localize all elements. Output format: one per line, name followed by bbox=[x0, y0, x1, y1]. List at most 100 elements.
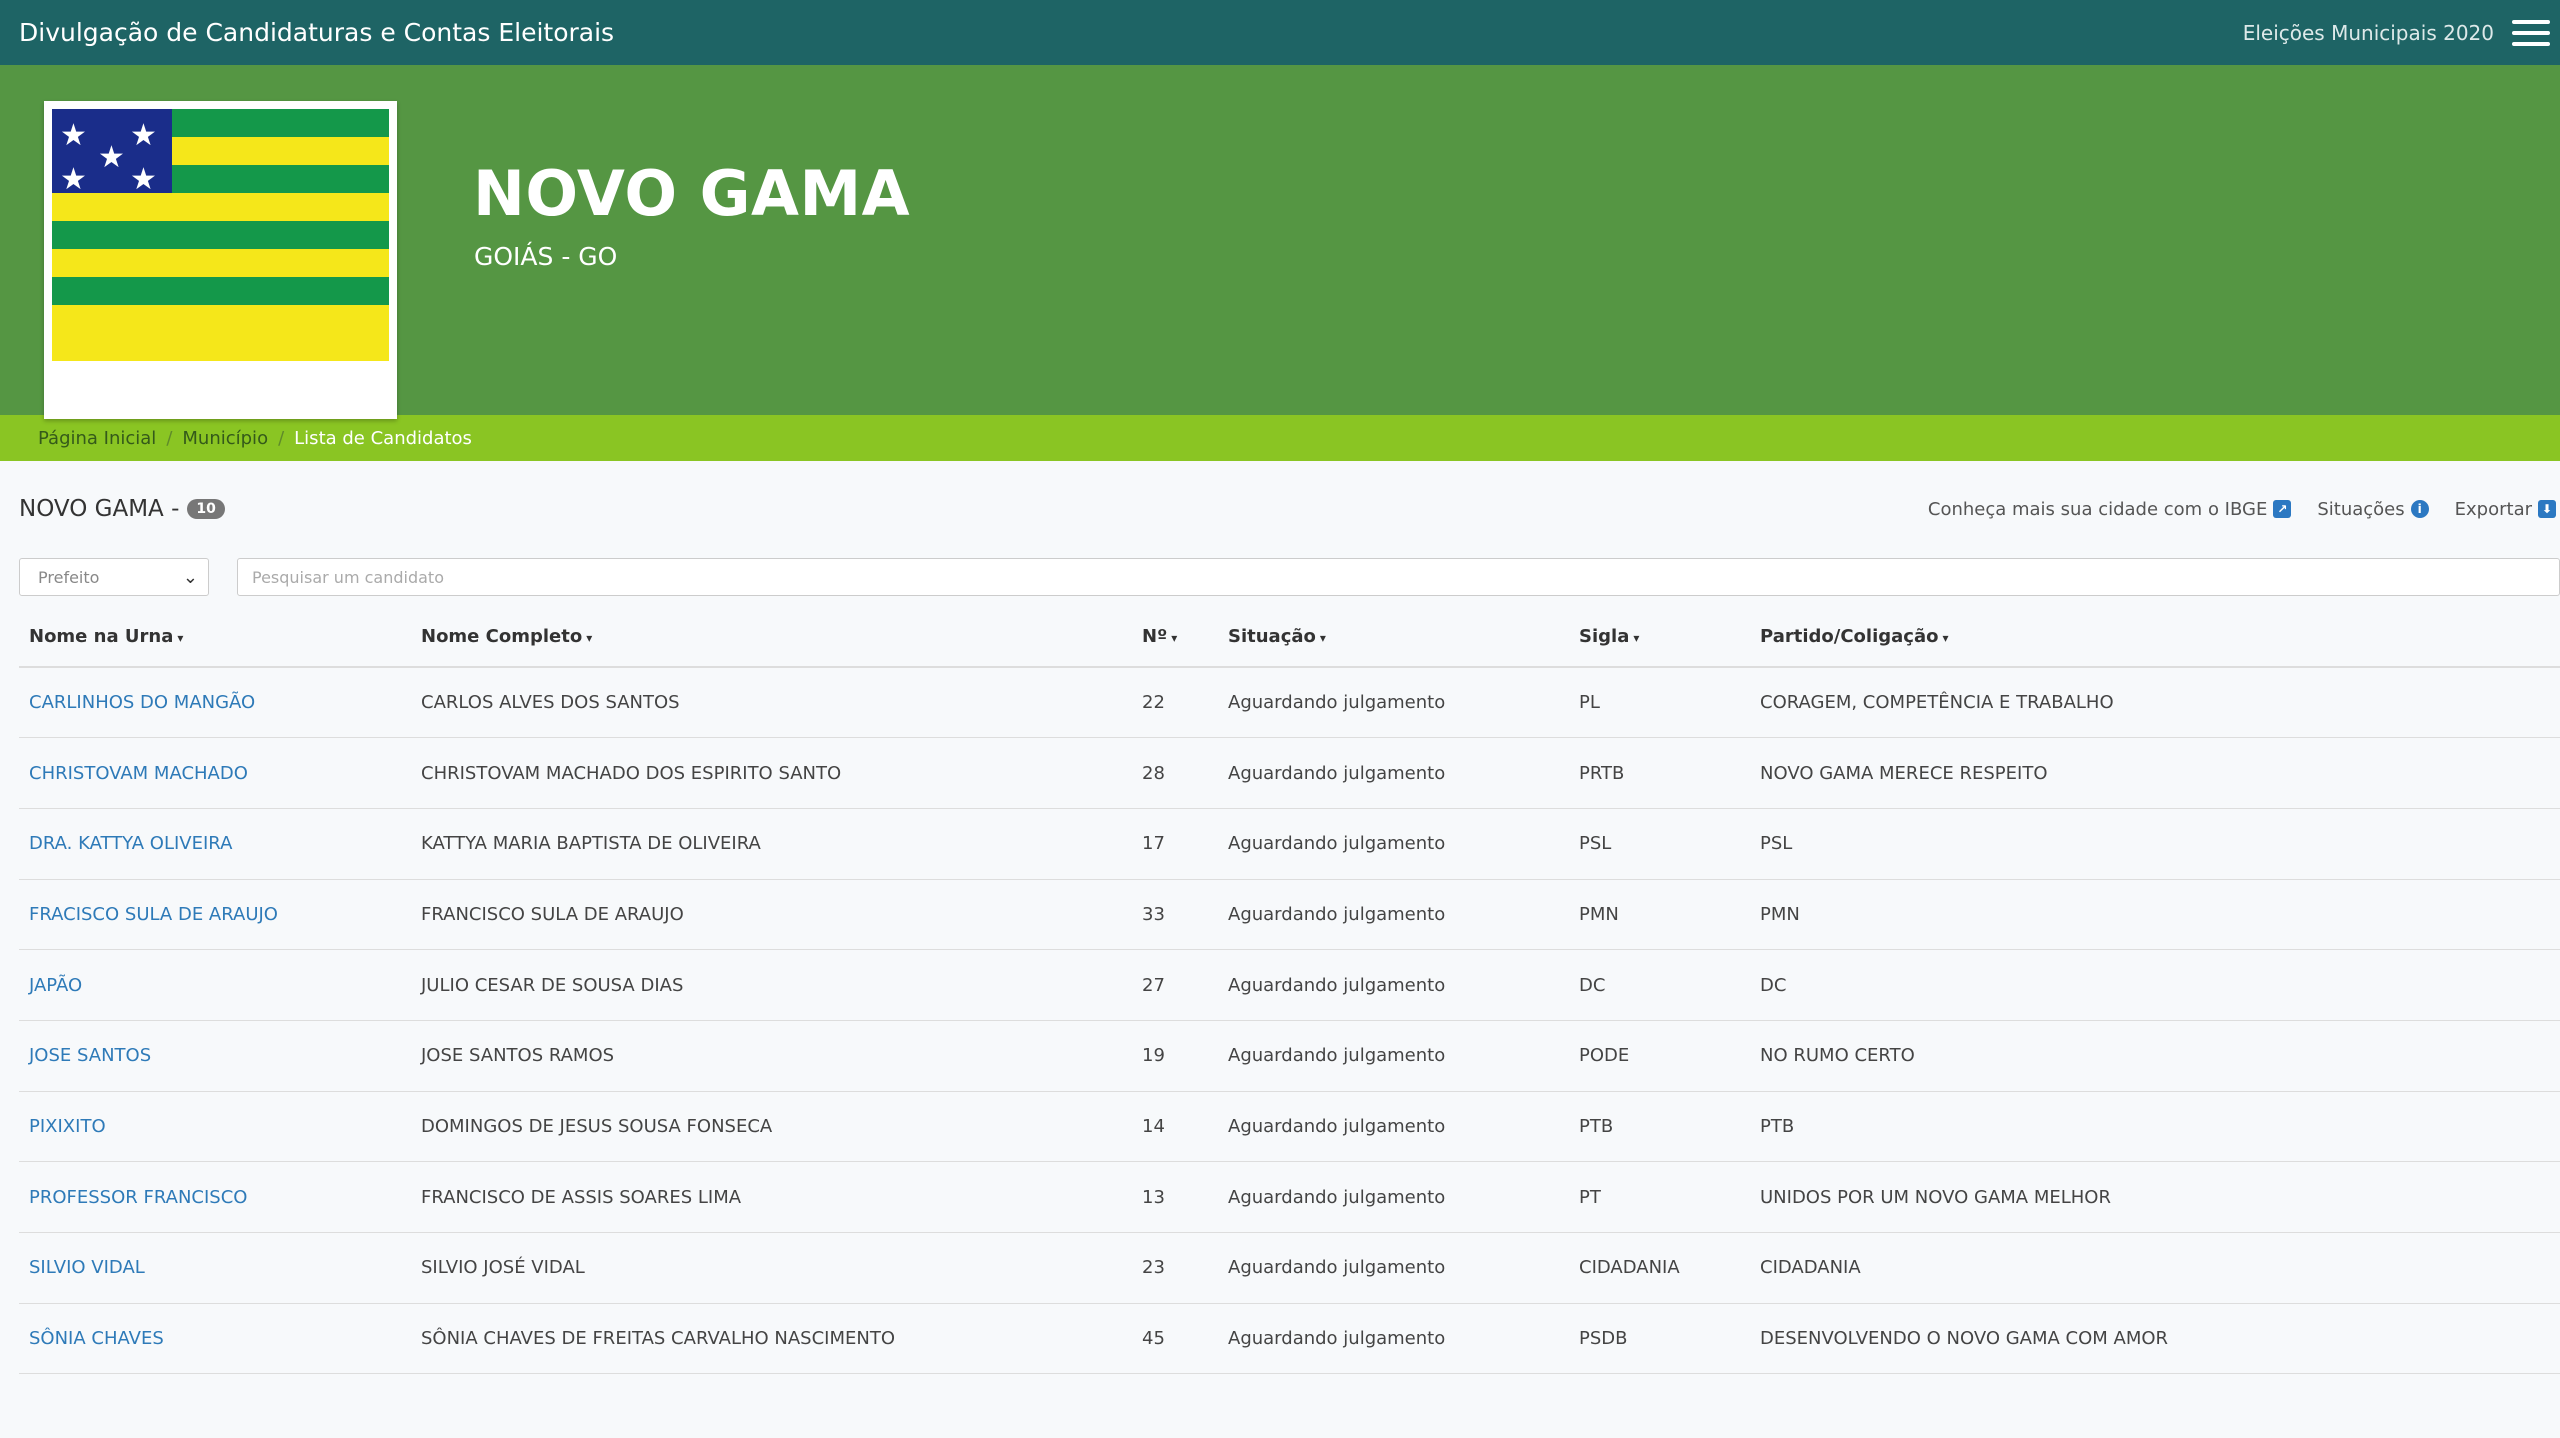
column-header-sigla[interactable]: Sigla ▾ bbox=[1569, 607, 1750, 668]
candidate-count-badge: 10 bbox=[187, 499, 225, 519]
party-acronym: PRTB bbox=[1569, 737, 1750, 809]
menu-icon[interactable] bbox=[2512, 19, 2550, 46]
table-row: SÔNIA CHAVES SÔNIA CHAVES DE FREITAS CARV… bbox=[19, 1303, 2560, 1375]
column-header-nome-completo[interactable]: Nome Completo ▾ bbox=[411, 607, 1132, 668]
candidate-status: Aguardando julgamento bbox=[1218, 737, 1569, 809]
sort-caret-icon: ▾ bbox=[1942, 631, 1949, 645]
candidate-number: 28 bbox=[1132, 737, 1218, 809]
candidate-ballot-name[interactable]: PIXIXITO bbox=[19, 1091, 411, 1163]
office-select-value: Prefeito bbox=[38, 567, 100, 587]
breadcrumb-home[interactable]: Página Inicial bbox=[38, 428, 156, 449]
candidate-full-name: JULIO CESAR DE SOUSA DIAS bbox=[411, 949, 1132, 1021]
info-icon: i bbox=[2410, 500, 2429, 518]
candidate-number: 14 bbox=[1132, 1091, 1218, 1163]
table-row: JAPÃO JULIO CESAR DE SOUSA DIAS 27 Aguardan… bbox=[19, 949, 2560, 1021]
candidate-status: Aguardando julgamento bbox=[1218, 1091, 1569, 1163]
city-header: ★ ★ ★ ★ ★ NOVO GAMA GOIÁS - GO bbox=[0, 65, 2560, 419]
candidate-number: 19 bbox=[1132, 1020, 1218, 1092]
candidate-status: Aguardando julgamento bbox=[1218, 1161, 1569, 1233]
sort-caret-icon: ▾ bbox=[586, 631, 593, 645]
party-coalition: DC bbox=[1750, 949, 2560, 1021]
election-label: Eleições Municipais 2020 bbox=[2242, 20, 2494, 45]
party-acronym: PSL bbox=[1569, 808, 1750, 880]
candidate-status: Aguardando julgamento bbox=[1218, 949, 1569, 1021]
candidate-full-name: SÔNIA CHAVES DE FREITAS CARVALHO NASCIME… bbox=[411, 1303, 1132, 1375]
candidate-ballot-name[interactable]: FRACISCO SULA DE ARAUJO bbox=[19, 879, 411, 951]
candidate-full-name: JOSE SANTOS RAMOS bbox=[411, 1020, 1132, 1092]
list-title: NOVO GAMA - 10 bbox=[19, 496, 225, 522]
candidate-ballot-name[interactable]: JAPÃO bbox=[19, 949, 411, 1021]
breadcrumb-municipality[interactable]: Município bbox=[182, 428, 268, 449]
table-row: FRACISCO SULA DE ARAUJO FRANCISCO SULA DE… bbox=[19, 879, 2560, 951]
party-acronym: PT bbox=[1569, 1161, 1750, 1233]
candidate-full-name: FRANCISCO SULA DE ARAUJO bbox=[411, 879, 1132, 951]
breadcrumb-separator: / bbox=[166, 427, 173, 449]
sort-caret-icon: ▾ bbox=[1633, 631, 1640, 645]
column-header-partido[interactable]: Partido/Coligação ▾ bbox=[1750, 607, 2560, 668]
download-icon: ⬇ bbox=[2538, 500, 2556, 518]
column-header-situacao[interactable]: Situação ▾ bbox=[1218, 607, 1569, 668]
candidate-number: 33 bbox=[1132, 879, 1218, 951]
candidate-full-name: FRANCISCO DE ASSIS SOARES LIMA bbox=[411, 1161, 1132, 1233]
column-header-numero[interactable]: Nº ▾ bbox=[1132, 607, 1218, 668]
candidate-ballot-name[interactable]: SILVIO VIDAL bbox=[19, 1232, 411, 1304]
export-button[interactable]: Exportar ⬇ bbox=[2455, 499, 2556, 520]
candidate-search-input[interactable] bbox=[237, 558, 2560, 596]
candidate-full-name: CHRISTOVAM MACHADO DOS ESPIRITO SANTO bbox=[411, 737, 1132, 809]
sort-caret-icon: ▾ bbox=[177, 631, 184, 645]
list-actions: Conheça mais sua cidade com o IBGE ↗ Sit… bbox=[1928, 499, 2560, 520]
candidate-full-name: SILVIO JOSÉ VIDAL bbox=[411, 1232, 1132, 1304]
party-coalition: NOVO GAMA MERECE RESPEITO bbox=[1750, 737, 2560, 809]
candidates-table: Nome na Urna ▾ Nome Completo ▾ Nº ▾ Situaçã… bbox=[19, 607, 2560, 1375]
top-navbar: Divulgação de Candidaturas e Contas Elei… bbox=[0, 0, 2560, 65]
ibge-link[interactable]: Conheça mais sua cidade com o IBGE ↗ bbox=[1927, 498, 2292, 520]
goias-flag-icon: ★ ★ ★ ★ ★ bbox=[52, 109, 389, 361]
candidate-full-name: CARLOS ALVES DOS SANTOS bbox=[411, 667, 1132, 739]
candidate-status: Aguardando julgamento bbox=[1218, 879, 1569, 951]
chevron-down-icon: ⌄ bbox=[182, 566, 198, 588]
candidate-ballot-name[interactable]: PROFESSOR FRANCISCO bbox=[19, 1161, 411, 1233]
svg-text:★: ★ bbox=[130, 162, 157, 197]
candidate-number: 45 bbox=[1132, 1303, 1218, 1375]
breadcrumb-current: Lista de Candidatos bbox=[294, 427, 472, 449]
table-row: CARLINHOS DO MANGÃO CARLOS ALVES DOS SANT… bbox=[19, 667, 2560, 739]
column-header-nome-urna[interactable]: Nome na Urna ▾ bbox=[19, 607, 411, 668]
candidate-ballot-name[interactable]: DRA. KATTYA OLIVEIRA bbox=[19, 808, 411, 880]
party-acronym: DC bbox=[1569, 949, 1750, 1021]
svg-text:★: ★ bbox=[98, 140, 125, 175]
candidate-status: Aguardando julgamento bbox=[1218, 667, 1569, 739]
situacoes-label: Situações bbox=[2317, 498, 2405, 520]
ibge-link-label: Conheça mais sua cidade com o IBGE bbox=[1927, 498, 2268, 520]
candidate-number: 22 bbox=[1132, 667, 1218, 739]
candidate-status: Aguardando julgamento bbox=[1218, 1232, 1569, 1304]
state-name: GOIÁS - GO bbox=[474, 242, 618, 271]
table-body: CARLINHOS DO MANGÃO CARLOS ALVES DOS SANT… bbox=[19, 667, 2560, 1375]
office-select[interactable]: Prefeito ⌄ bbox=[19, 558, 209, 596]
list-header: NOVO GAMA - 10 Conheça mais sua cidade c… bbox=[0, 461, 2560, 557]
candidate-ballot-name[interactable]: JOSE SANTOS bbox=[19, 1020, 411, 1092]
table-row: DRA. KATTYA OLIVEIRA KATTYA MARIA BAPTIST… bbox=[19, 808, 2560, 880]
situacoes-button[interactable]: Situações i bbox=[2317, 498, 2429, 520]
party-coalition: PSL bbox=[1750, 808, 2560, 880]
app-title[interactable]: Divulgação de Candidaturas e Contas Elei… bbox=[19, 18, 614, 47]
candidate-ballot-name[interactable]: CARLINHOS DO MANGÃO bbox=[19, 667, 411, 739]
export-label: Exportar bbox=[2454, 498, 2532, 520]
candidate-ballot-name[interactable]: CHRISTOVAM MACHADO bbox=[19, 737, 411, 809]
table-row: SILVIO VIDAL SILVIO JOSÉ VIDAL 23 Aguardand… bbox=[19, 1232, 2560, 1304]
party-acronym: PMN bbox=[1569, 879, 1750, 951]
table-header-row: Nome na Urna ▾ Nome Completo ▾ Nº ▾ Situaçã… bbox=[19, 607, 2560, 668]
candidate-number: 13 bbox=[1132, 1161, 1218, 1233]
breadcrumb: Página Inicial / Município / Lista de Ca… bbox=[0, 415, 2560, 461]
city-name: NOVO GAMA bbox=[473, 157, 911, 230]
table-row: JOSE SANTOS JOSE SANTOS RAMOS 19 Aguardando… bbox=[19, 1020, 2560, 1092]
external-link-icon: ↗ bbox=[2273, 500, 2292, 518]
table-row: CHRISTOVAM MACHADO CHRISTOVAM MACHADO DOS… bbox=[19, 737, 2560, 809]
party-coalition: PTB bbox=[1750, 1091, 2560, 1163]
party-coalition: DESENVOLVENDO O NOVO GAMA COM AMOR bbox=[1750, 1303, 2560, 1375]
candidate-ballot-name[interactable]: SÔNIA CHAVES bbox=[19, 1303, 411, 1375]
svg-text:★: ★ bbox=[60, 118, 87, 153]
sort-caret-icon: ▾ bbox=[1171, 631, 1178, 645]
party-coalition: PMN bbox=[1750, 879, 2560, 951]
party-acronym: PSDB bbox=[1569, 1303, 1750, 1375]
breadcrumb-separator: / bbox=[278, 427, 285, 449]
